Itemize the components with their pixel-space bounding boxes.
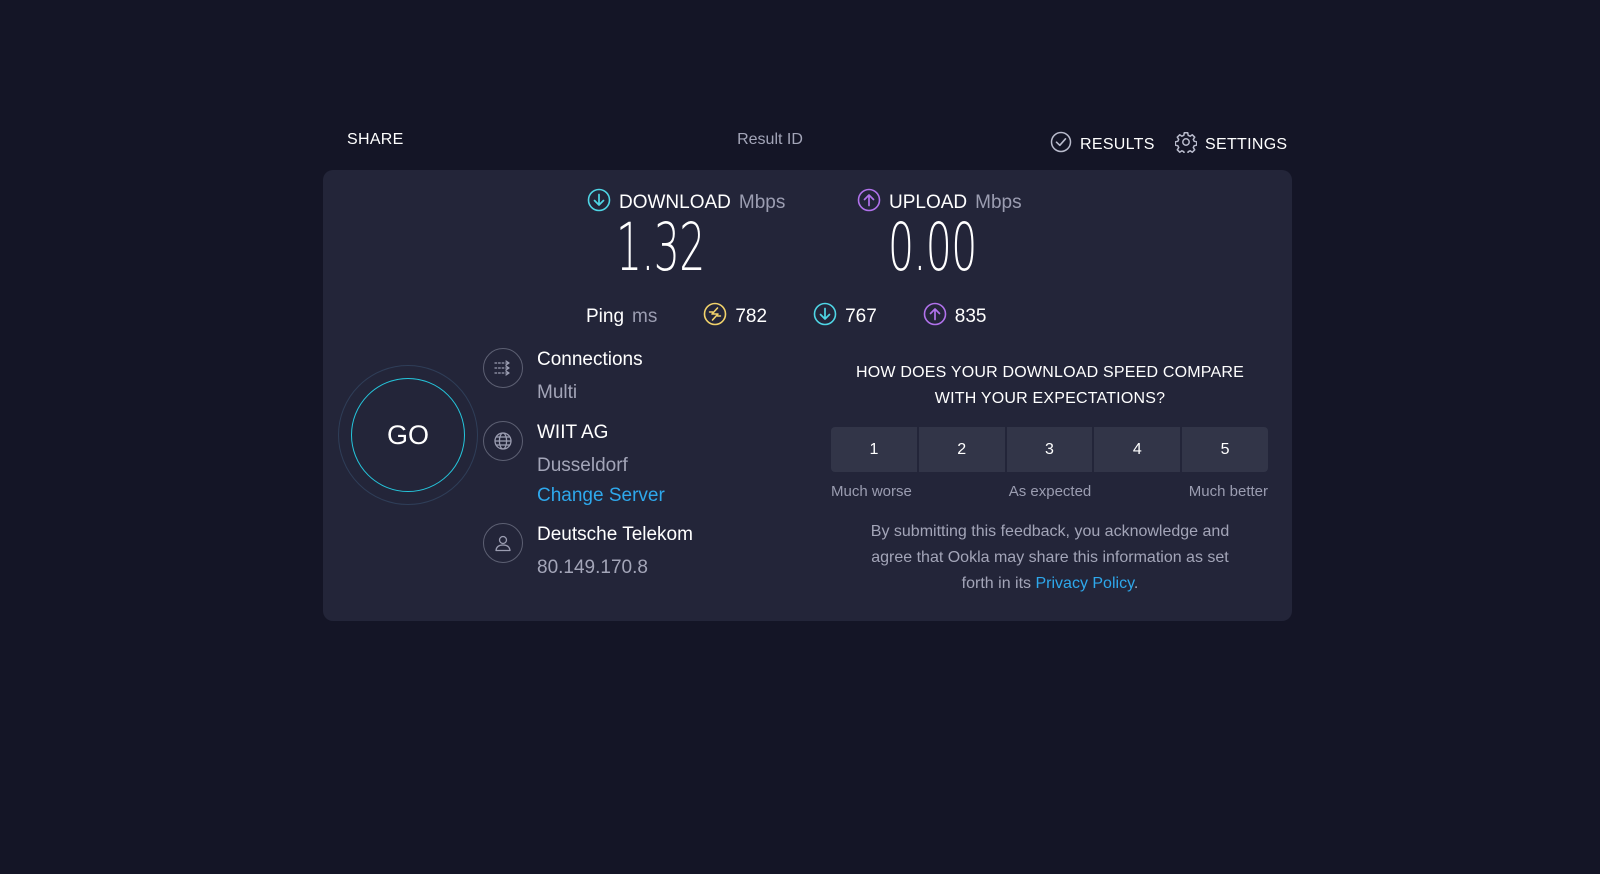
survey-question: HOW DOES YOUR DOWNLOAD SPEED COMPARE WIT…	[830, 360, 1270, 412]
connections-value: Multi	[537, 382, 578, 403]
check-circle-icon	[1050, 131, 1072, 158]
ping-upload-value: 835	[954, 306, 987, 327]
feedback-disclaimer: By submitting this feedback, you acknowl…	[830, 519, 1270, 597]
scale-high-label: Much better	[1188, 483, 1268, 500]
ping-upload: 835	[923, 302, 987, 332]
disclaimer-line3-text: forth in its	[961, 575, 1032, 592]
rating-option-5[interactable]: 5	[1182, 427, 1268, 472]
scale-low-label: Much worse	[831, 483, 912, 500]
ping-label: Ping	[586, 306, 625, 327]
upload-unit: Mbps	[975, 192, 1022, 213]
server-name: WIIT AG	[537, 422, 609, 443]
gear-icon	[1174, 131, 1198, 158]
rating-option-3[interactable]: 3	[1006, 427, 1093, 472]
isp-name: Deutsche Telekom	[537, 524, 693, 545]
ping-row: Ping ms 782 767 835	[586, 302, 986, 332]
disclaimer-period: .	[1133, 575, 1139, 592]
settings-button[interactable]: SETTINGS	[1174, 131, 1288, 158]
upload-speed-value: 0.00	[888, 209, 977, 286]
privacy-policy-link[interactable]: Privacy Policy	[1035, 575, 1133, 592]
ping-download: 767	[813, 302, 877, 332]
idle-latency-icon	[703, 302, 727, 332]
person-icon	[483, 523, 523, 563]
result-id-label: Result ID	[737, 131, 803, 148]
download-arrow-icon	[587, 188, 611, 218]
rating-option-2[interactable]: 2	[918, 427, 1005, 472]
isp-ip-address: 80.149.170.8	[537, 557, 648, 578]
server-location: Dusseldorf	[537, 455, 628, 476]
download-unit: Mbps	[738, 192, 786, 213]
connections-title: Connections	[537, 349, 643, 370]
settings-label: SETTINGS	[1205, 135, 1288, 153]
results-button[interactable]: RESULTS	[1050, 131, 1155, 158]
results-label: RESULTS	[1080, 135, 1155, 153]
rating-option-4[interactable]: 4	[1094, 427, 1181, 472]
connections-icon	[483, 348, 523, 388]
rating-option-1[interactable]: 1	[831, 427, 917, 472]
survey-question-line2: WITH YOUR EXPECTATIONS?	[934, 390, 1166, 407]
ping-idle-value: 782	[735, 306, 768, 327]
upload-arrow-icon	[857, 188, 881, 218]
share-button[interactable]: SHARE	[347, 131, 404, 149]
upload-latency-icon	[923, 302, 947, 332]
disclaimer-line3: forth in its Privacy Policy.	[830, 571, 1270, 597]
globe-icon	[483, 421, 523, 461]
ping-download-value: 767	[845, 306, 877, 327]
download-latency-icon	[813, 302, 837, 332]
change-server-link[interactable]: Change Server	[537, 485, 665, 507]
disclaimer-line2: agree that Ookla may share this informat…	[871, 549, 1229, 566]
survey-question-line1: HOW DOES YOUR DOWNLOAD SPEED COMPARE	[856, 364, 1244, 381]
disclaimer-line1: By submitting this feedback, you acknowl…	[870, 523, 1230, 540]
ping-idle: 782	[703, 302, 767, 332]
download-speed-value: 1.32	[616, 209, 705, 286]
rating-scale: 1 2 3 4 5	[831, 427, 1268, 472]
ping-unit: ms	[632, 306, 658, 327]
go-button[interactable]: GO	[351, 378, 465, 492]
